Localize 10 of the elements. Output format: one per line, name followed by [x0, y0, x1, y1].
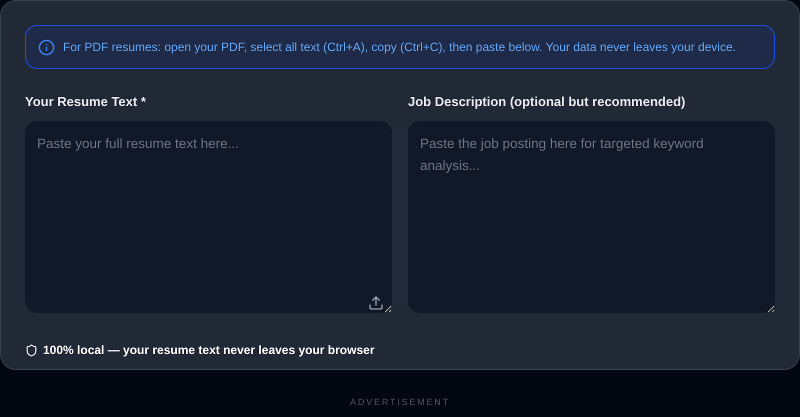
field-label: Job Description (optional but recommended) [408, 93, 686, 110]
text-area[interactable]: Paste the job posting here for targeted keyword analysis... [408, 121, 775, 313]
upload-icon[interactable] [368, 295, 384, 311]
info-icon [38, 38, 55, 56]
field-label: Your Resume Text * [25, 93, 147, 110]
info-text: For PDF resumes: open your PDF, select all text (Ctrl+A), copy (Ctrl+C), then paste below. Your data never leaves your device. [63, 39, 736, 56]
text-area[interactable]: Paste your full resume text here... [25, 121, 392, 313]
privacy-note: 100% local — your resume text never leaves your browser [43, 342, 374, 359]
shield-icon [25, 344, 38, 356]
ad-label: ADVERTISEMENT [350, 396, 450, 409]
